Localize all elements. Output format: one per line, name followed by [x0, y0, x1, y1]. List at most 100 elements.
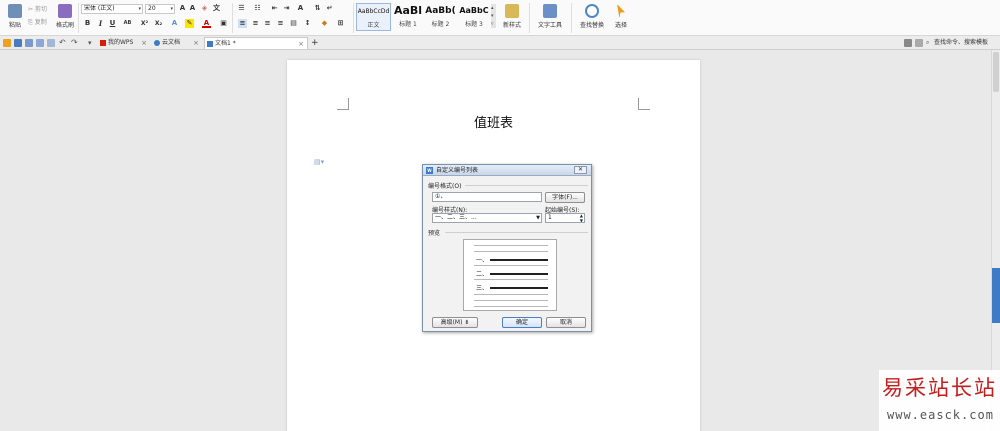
paste-button[interactable]: 粘贴 [2, 3, 28, 33]
number-format-input[interactable]: ①、 [432, 192, 542, 202]
format-painter-button[interactable]: 格式刷 [52, 3, 78, 33]
style-normal[interactable]: AaBbCcDd 正文 [356, 3, 391, 31]
style-heading-2[interactable]: AaBb( 标题 2 [425, 3, 456, 31]
preview-line [474, 300, 548, 301]
cut-button[interactable]: ✂ 剪切 [28, 5, 47, 15]
chinese-layout-icon[interactable]: A [296, 4, 305, 13]
close-icon[interactable]: × [298, 38, 304, 50]
export-icon[interactable] [47, 39, 55, 47]
close-icon[interactable]: × [193, 37, 199, 49]
redo-icon[interactable]: ↷ [71, 39, 79, 47]
divider [445, 232, 588, 233]
open-icon[interactable] [3, 39, 11, 47]
style-gallery-scroll[interactable]: ▴ ▾ ▿ [491, 4, 496, 28]
start-number-stepper[interactable]: 1 ▲ ▼ [545, 213, 585, 223]
print-preview-icon[interactable] [25, 39, 33, 47]
shading-icon[interactable]: ◆ [320, 19, 329, 28]
crop-mark-top-right [638, 98, 650, 110]
show-marks-icon[interactable]: ↵ [325, 4, 334, 13]
distribute-icon[interactable]: ▤ [289, 19, 298, 28]
phonetic-icon[interactable]: 文 [212, 4, 221, 13]
new-style-button[interactable]: 新样式 [500, 3, 524, 33]
highlight-icon[interactable]: ✎ [185, 19, 194, 28]
text-tools-button[interactable]: 文字工具 [534, 3, 566, 33]
wps-logo-icon: W [426, 167, 433, 174]
print-icon[interactable] [36, 39, 44, 47]
select-button[interactable]: 选择 [610, 3, 632, 33]
chevron-down-icon: ▾ [170, 6, 173, 12]
border-icon[interactable]: ⊞ [336, 19, 345, 28]
skin-icon[interactable] [915, 39, 923, 47]
align-left-icon[interactable]: ≡ [238, 19, 247, 28]
divider [465, 185, 588, 186]
italic-button[interactable]: I [96, 19, 105, 28]
dialog-titlebar[interactable]: W 自定义编号列表 ✕ [423, 165, 591, 176]
increase-indent-icon[interactable]: ⇥ [282, 4, 291, 13]
font-family-select[interactable]: 宋体 (正文) ▾ [81, 4, 143, 14]
advanced-button[interactable]: 高级(M) ⇟ [432, 317, 478, 328]
close-button[interactable]: ✕ [574, 166, 587, 174]
font-color-icon[interactable]: A [202, 19, 211, 28]
preview-line [474, 265, 548, 266]
char-border-icon[interactable]: ▣ [219, 19, 228, 28]
bullet-list-icon[interactable]: ☰ [237, 4, 246, 13]
decrease-indent-icon[interactable]: ⇤ [270, 4, 279, 13]
watermark-url: www.easck.com [887, 408, 994, 422]
font-size-select[interactable]: 20 ▾ [145, 4, 175, 14]
number-style-select[interactable]: 一、二、三、... ▼ [432, 213, 542, 223]
watermark-title: 易采站长站 [882, 376, 997, 400]
divider [529, 3, 530, 33]
add-tab-button[interactable]: + [308, 37, 320, 49]
tab-my-wps[interactable]: 我的WPS × [98, 37, 150, 49]
text-effect-icon[interactable]: A [170, 19, 179, 28]
side-panel-tab[interactable] [992, 268, 1000, 323]
copy-button[interactable]: ⎘ 复制 [28, 18, 47, 28]
line-spacing-icon[interactable]: ↕ [303, 19, 312, 28]
preview-line [490, 273, 548, 275]
paragraph-layout-icon[interactable]: ▤▾ [314, 158, 324, 166]
find-replace-button[interactable]: 查找替换 [575, 3, 609, 33]
undo-icon[interactable]: ↶ [59, 39, 67, 47]
clear-format-icon[interactable]: ◈ [200, 4, 209, 13]
shrink-font-icon[interactable]: A [188, 4, 197, 13]
preview-line [490, 259, 548, 261]
custom-numbered-list-dialog: W 自定义编号列表 ✕ 编号格式(O) ①、 字体(F)... 编号样式(N):… [422, 164, 592, 332]
divider [232, 3, 233, 33]
ribbon-toolbar: 粘贴 ✂ 剪切 ⎘ 复制 格式刷 宋体 (正文) ▾ 20 ▾ A A ◈ 文 B … [0, 0, 1000, 36]
ok-button[interactable]: 确定 [502, 317, 542, 328]
justify-icon[interactable]: ≡ [276, 19, 285, 28]
tab-cloud-docs[interactable]: 云文档 × [152, 37, 202, 49]
wps-logo-icon [100, 40, 106, 46]
site-watermark: 易采站长站 www.easck.com [879, 370, 1000, 431]
style-heading-3[interactable]: AaBbC 标题 3 [458, 3, 490, 31]
command-search-input[interactable]: 查找命令、搜索模板 [932, 37, 1000, 49]
strikethrough-icon[interactable]: AB [123, 19, 132, 28]
preview-line [474, 294, 548, 295]
search-icon [585, 4, 599, 18]
underline-button[interactable]: U [108, 19, 117, 28]
chevron-down-icon[interactable]: ▾ [88, 39, 96, 47]
document-tab-bar: ↶ ↷ ▾ 我的WPS × 云文档 × 文档1 * × + ⌕ 查找命令、搜索模… [0, 36, 1000, 50]
scrollbar-thumb[interactable] [993, 52, 999, 92]
gift-icon[interactable] [904, 39, 912, 47]
superscript-button[interactable]: X² [140, 19, 149, 28]
close-icon[interactable]: × [141, 37, 147, 49]
numbered-list-icon[interactable]: ☷ [253, 4, 262, 13]
font-button[interactable]: 字体(F)... [545, 192, 585, 203]
save-icon[interactable] [14, 39, 22, 47]
sort-icon[interactable]: ⇅ [313, 4, 322, 13]
subscript-button[interactable]: X₂ [154, 19, 163, 28]
preview-label: 预览 [428, 230, 441, 237]
preview-line [474, 245, 548, 246]
align-right-icon[interactable]: ≡ [263, 19, 272, 28]
page-title[interactable]: 值班表 [287, 112, 700, 131]
tab-document-1[interactable]: 文档1 * × [204, 37, 308, 49]
grow-font-icon[interactable]: A [178, 4, 187, 13]
preview-line [474, 279, 548, 280]
cancel-button[interactable]: 取消 [546, 317, 586, 328]
bold-button[interactable]: B [83, 19, 92, 28]
align-center-icon[interactable]: ≡ [251, 19, 260, 28]
document-icon [207, 41, 213, 47]
style-heading-1[interactable]: AaBl 标题 1 [393, 3, 423, 31]
spin-arrows-icon[interactable]: ▲ ▼ [580, 214, 583, 222]
